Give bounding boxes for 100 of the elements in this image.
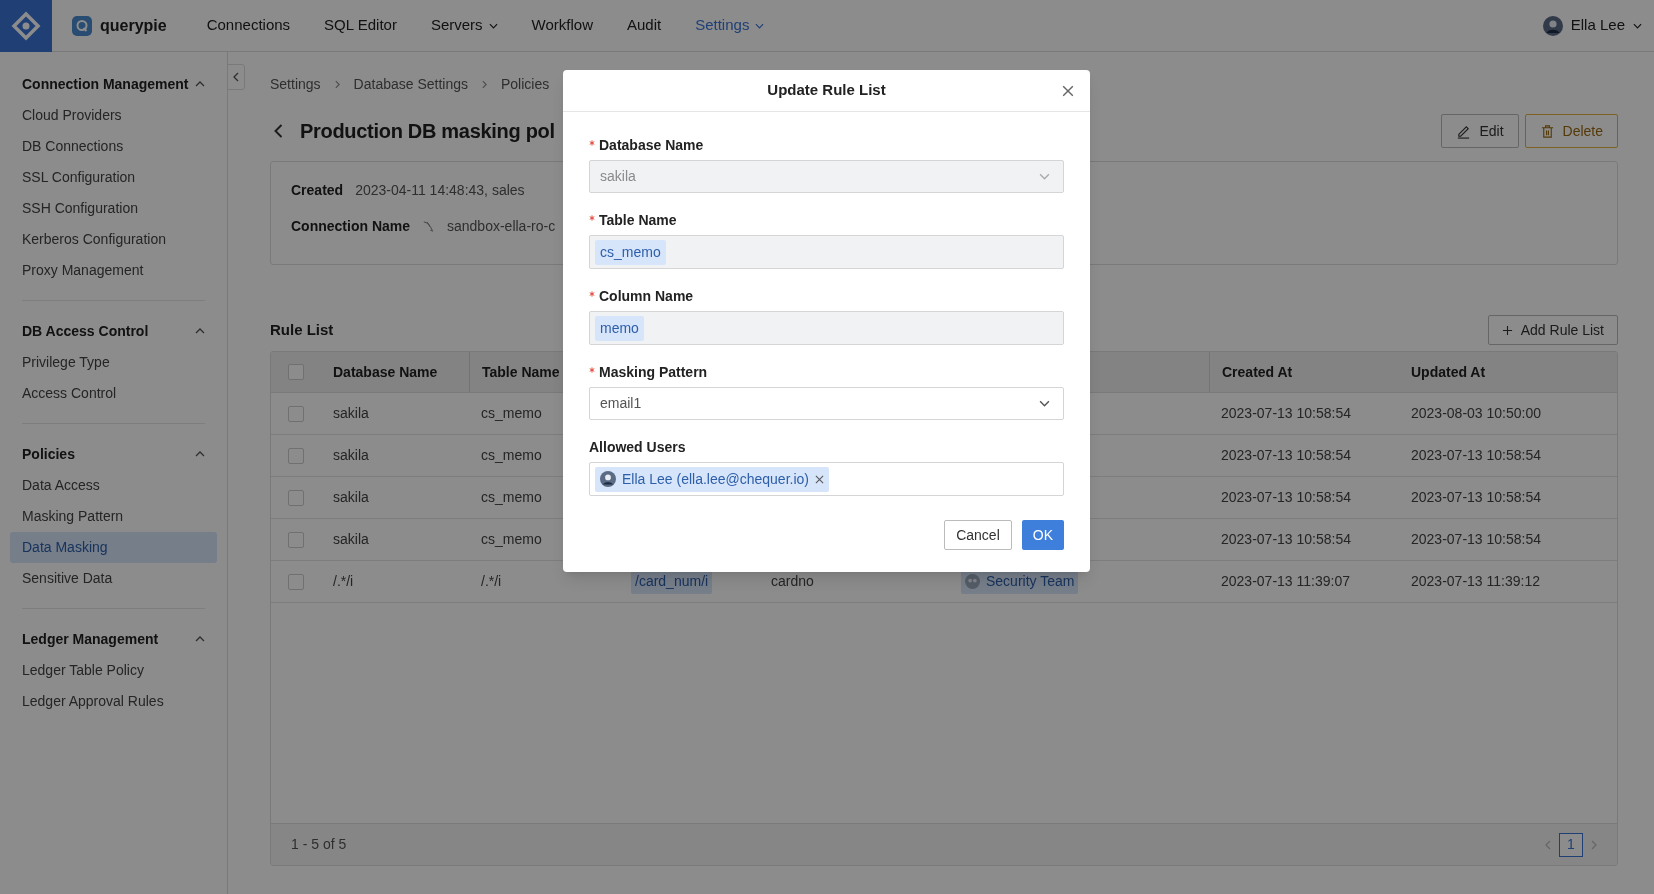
group-icon: [965, 574, 980, 589]
table-cell-text: 2023-08-03 10:50:00: [1411, 404, 1541, 423]
cancel-button[interactable]: Cancel: [944, 520, 1012, 550]
nav-menu-item[interactable]: Settings: [695, 14, 765, 37]
chevron-left-icon: [233, 72, 239, 82]
next-page-icon[interactable]: [1591, 839, 1597, 850]
sidebar-item[interactable]: Ledger Table Policy: [10, 655, 217, 686]
sidebar-section-header[interactable]: Policies: [10, 438, 217, 470]
sidebar-section-header[interactable]: Connection Management: [10, 68, 217, 100]
sidebar-item[interactable]: Access Control: [10, 378, 217, 409]
checkbox[interactable]: [288, 489, 304, 506]
checkbox[interactable]: [288, 364, 304, 380]
checkbox[interactable]: [288, 447, 304, 464]
add-rule-list-button[interactable]: Add Rule List: [1487, 315, 1618, 345]
table-cell-text: 2023-07-13 11:39:12: [1411, 572, 1540, 591]
sidebar-item[interactable]: Kerberos Configuration: [10, 224, 217, 255]
column-header: Updated At: [1411, 362, 1486, 382]
table-cell-text: cardno: [771, 572, 814, 591]
sidebar-item[interactable]: DB Connections: [10, 131, 217, 162]
required-icon: [589, 214, 595, 221]
field-label: Column Name: [599, 286, 694, 306]
section-title: Rule List: [270, 319, 334, 340]
edit-button[interactable]: Edit: [1441, 114, 1519, 148]
sidebar-item[interactable]: Data Access: [10, 470, 217, 501]
nav-menu-item[interactable]: Servers: [430, 14, 498, 37]
user-tag: Ella Lee (ella.lee@chequer.io): [595, 466, 829, 492]
table-cell-text: /.*/i: [481, 572, 502, 591]
previous-page-icon[interactable]: [1545, 839, 1551, 850]
checkbox[interactable]: [288, 573, 304, 590]
table-cell-text: 2023-07-13 10:58:54: [1221, 488, 1351, 507]
sidebar-item[interactable]: Ledger Approval Rules: [10, 686, 217, 717]
sidebar-item[interactable]: Masking Pattern: [10, 501, 217, 532]
caret-icon: [755, 22, 765, 29]
user-menu[interactable]: Ella Lee: [1542, 14, 1642, 37]
sidebar-section-header[interactable]: DB Access Control: [10, 315, 217, 347]
table-cell-text: cs_memo: [481, 446, 542, 465]
trash-icon: [1539, 123, 1555, 139]
pencil-icon: [1456, 123, 1472, 139]
table-cell-text: 2023-07-13 10:58:54: [1411, 488, 1541, 507]
info-value: 2023-04-11 14:48:43, sales: [355, 180, 525, 200]
value-tag: cs_memo: [595, 239, 666, 265]
breadcrumb-link[interactable]: Settings: [270, 73, 321, 95]
remove-tag-button[interactable]: [815, 474, 824, 484]
column-header: Created At: [1222, 362, 1293, 382]
field-label: Allowed Users: [589, 437, 686, 457]
page-button[interactable]: 1: [1559, 832, 1583, 857]
column-header: Database Name: [333, 362, 438, 382]
nav-menu-item[interactable]: Connections: [206, 14, 291, 37]
collapse-sidebar-button[interactable]: [227, 64, 245, 90]
table-cell-text: sakila: [333, 446, 369, 465]
sidebar-item[interactable]: SSH Configuration: [10, 193, 217, 224]
field-label: Masking Pattern: [599, 362, 708, 382]
breadcrumb-link[interactable]: Database Settings: [353, 73, 468, 95]
page-title: Production DB masking pol: [300, 119, 555, 144]
table-cell-text: 2023-07-13 10:58:54: [1411, 446, 1541, 465]
avatar-icon: [1542, 15, 1563, 36]
brand-logo-icon: [72, 15, 92, 36]
nav-menu-item[interactable]: Workflow: [531, 14, 593, 37]
avatar-icon: [600, 471, 616, 487]
nav-menu-item[interactable]: SQL Editor: [324, 14, 397, 37]
table-cell-text: cs_memo: [481, 530, 542, 549]
chevron-left-icon: [273, 123, 283, 139]
input-field[interactable]: Ella Lee (ella.lee@chequer.io): [589, 462, 1064, 496]
required-icon: [589, 290, 595, 297]
sidebar-item[interactable]: SSL Configuration: [10, 162, 217, 193]
table-cell-text: cs_memo: [481, 404, 542, 423]
table-cell-text: 2023-07-13 10:58:54: [1411, 530, 1541, 549]
sidebar-section-header[interactable]: Ledger Management: [10, 623, 217, 655]
caret-icon: [488, 22, 498, 29]
plus-icon: [1501, 324, 1513, 336]
info-label: Connection Name: [291, 216, 410, 236]
sidebar-item[interactable]: Sensitive Data: [10, 563, 217, 594]
sidebar-item[interactable]: Proxy Management: [10, 255, 217, 286]
modal-title: Update Rule List: [767, 80, 886, 101]
caret-icon: [1633, 22, 1642, 29]
close-icon: [1062, 85, 1074, 97]
table-cell-text: /.*/i: [333, 572, 354, 591]
connection-icon: [422, 219, 435, 233]
info-label: Created: [291, 180, 344, 200]
table-cell-text: 2023-07-13 10:58:54: [1221, 404, 1351, 423]
table-cell-text: sakila: [333, 530, 369, 549]
breadcrumb-link[interactable]: Policies: [501, 73, 550, 95]
nav-menu-item[interactable]: Audit: [627, 14, 662, 37]
checkbox[interactable]: [288, 405, 304, 422]
sidebar-item[interactable]: Privilege Type: [10, 347, 217, 378]
delete-button[interactable]: Delete: [1524, 114, 1618, 148]
table-cell-text: 2023-07-13 10:58:54: [1221, 530, 1351, 549]
app-logo-icon[interactable]: [0, 0, 52, 52]
table-cell-text: sakila: [333, 488, 369, 507]
table-cell-text: 2023-07-13 11:39:07: [1221, 572, 1350, 591]
ok-button[interactable]: OK: [1021, 520, 1064, 550]
checkbox[interactable]: [288, 531, 304, 548]
table-cell-text: 2023-07-13 10:58:54: [1221, 446, 1351, 465]
field-label: Database Name: [599, 135, 704, 155]
select-field[interactable]: email1: [589, 387, 1064, 420]
sidebar-item[interactable]: Cloud Providers: [10, 100, 217, 131]
info-value: sandbox-ella-ro-c: [447, 216, 556, 236]
brand-name: querypie: [100, 15, 167, 36]
required-icon: [589, 366, 595, 373]
sidebar-item[interactable]: Data Masking: [10, 532, 217, 563]
